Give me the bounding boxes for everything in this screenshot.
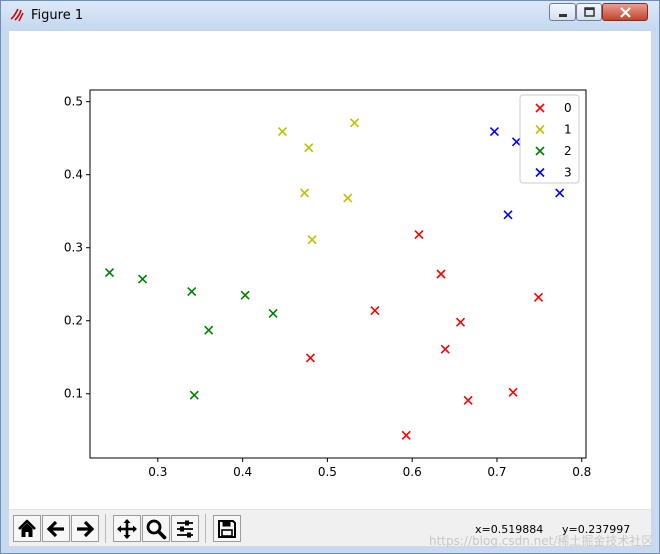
x-tick-label: 0.7 [487, 465, 506, 479]
close-icon [620, 7, 631, 18]
y-tick-label: 0.1 [64, 387, 83, 401]
y-coordinate-readout: y=0.237997 [562, 523, 631, 536]
legend: 0 1 2 3 [519, 94, 580, 184]
maximize-button[interactable] [576, 3, 602, 21]
tk-feather-icon [10, 8, 24, 22]
legend-label: 2 [564, 144, 572, 158]
home-icon [18, 519, 36, 537]
sliders-icon [177, 520, 193, 538]
magnifier-icon [146, 519, 167, 540]
arrow-right-icon [77, 520, 95, 538]
y-tick-label: 0.4 [64, 168, 83, 182]
figure-client-area: 0.3 0.4 0.5 0.6 0.7 0.8 0.1 0.2 0.3 0.4 0.5 0 1 2 3 [9, 31, 653, 548]
x-tick-label: 0.8 [572, 465, 591, 479]
legend-label: 3 [564, 166, 572, 180]
arrow-left-icon [46, 520, 64, 538]
scatter-plot[interactable]: 0.3 0.4 0.5 0.6 0.7 0.8 0.1 0.2 0.3 0.4 0.5 0 1 2 3 [9, 31, 651, 509]
x-tick-label: 0.6 [403, 465, 422, 479]
toolbar-separator [205, 514, 206, 543]
configure-subplots-button[interactable] [171, 515, 199, 542]
legend-label: 0 [564, 101, 572, 115]
y-tick-label: 0.5 [64, 95, 83, 109]
legend-label: 1 [564, 123, 572, 137]
x-tick-label: 0.3 [148, 465, 167, 479]
forward-button[interactable] [71, 515, 99, 542]
save-button[interactable] [213, 515, 241, 542]
figure-window: Figure 1 0.3 0.4 0.5 0.6 0.7 0.8 0.1 0.2 0.3 0.4 0… [0, 0, 660, 554]
minimize-button[interactable] [549, 3, 576, 21]
toolbar-separator [105, 514, 106, 543]
back-button[interactable] [42, 515, 70, 542]
title-bar[interactable]: Figure 1 [1, 1, 659, 31]
move-icon [117, 519, 137, 539]
figure-canvas[interactable]: 0.3 0.4 0.5 0.6 0.7 0.8 0.1 0.2 0.3 0.4 0.5 0 1 2 3 [9, 31, 651, 509]
y-tick-label: 0.3 [64, 241, 83, 255]
navigation-toolbar: https://blog.csdn.net/稀土掘金技术社区 x=0.51988… [9, 509, 653, 548]
maximize-icon [584, 7, 595, 17]
close-button[interactable] [602, 3, 648, 21]
x-coordinate-readout: x=0.519884 [475, 523, 544, 536]
minimize-icon [559, 14, 567, 17]
zoom-button[interactable] [142, 515, 170, 542]
axes-area[interactable] [89, 89, 587, 459]
x-tick-label: 0.5 [318, 465, 337, 479]
home-button[interactable] [13, 515, 41, 542]
y-tick-label: 0.2 [64, 314, 83, 328]
axes-frame[interactable] [89, 89, 587, 459]
pan-button[interactable] [113, 515, 141, 542]
floppy-disk-icon [218, 520, 236, 538]
x-tick-label: 0.4 [233, 465, 252, 479]
window-title: Figure 1 [31, 8, 84, 23]
